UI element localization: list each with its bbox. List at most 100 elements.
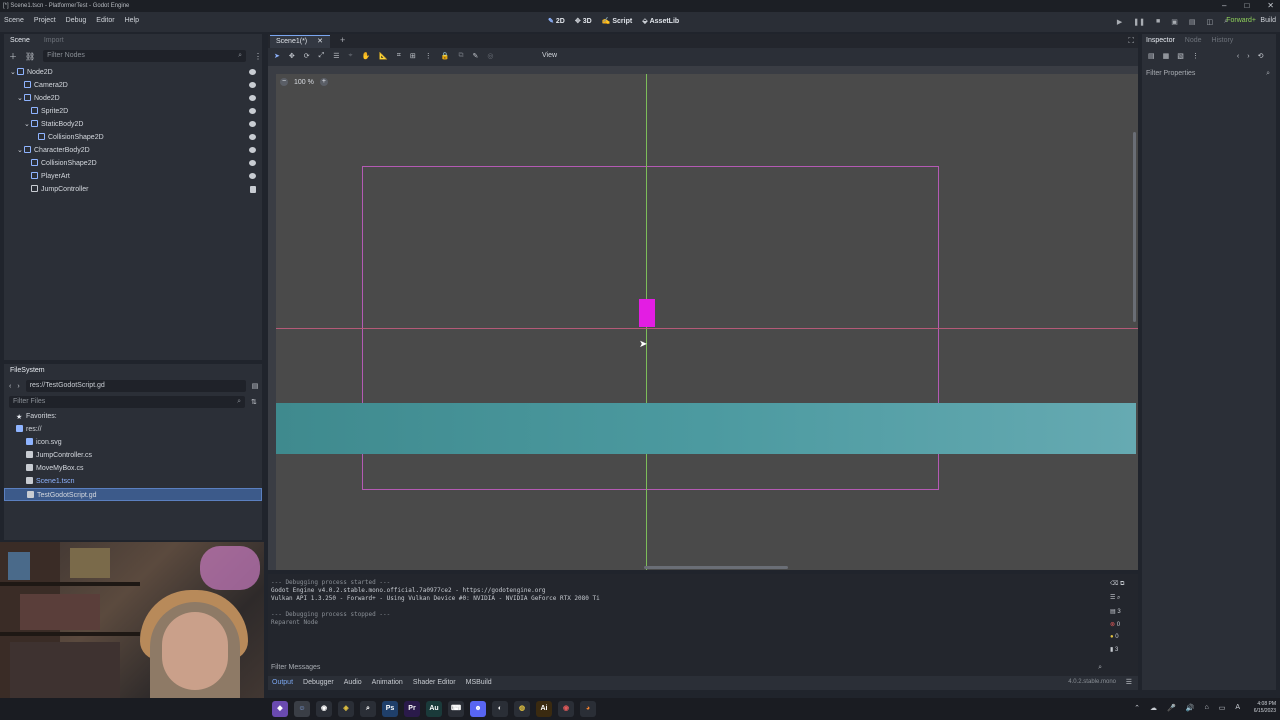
group-icon[interactable]: ⧉ <box>458 52 463 60</box>
expand-arrow-icon[interactable]: ⌄ <box>10 66 16 79</box>
canvas-viewport[interactable]: − 100 % + ➤ <box>268 66 1138 570</box>
visibility-eye-icon[interactable] <box>249 82 256 88</box>
select-tool-icon[interactable]: ➤ <box>274 52 280 60</box>
battery-icon[interactable]: ▭ <box>1219 704 1226 712</box>
skeleton-icon[interactable]: ✎ <box>472 52 478 60</box>
filter-files-input[interactable]: Filter Files ⌕ <box>9 396 245 408</box>
visibility-eye-icon[interactable] <box>249 108 256 114</box>
grid-snap-icon[interactable]: ⊞ <box>410 52 416 60</box>
error-count[interactable]: ⊗ 0 <box>1110 621 1134 628</box>
platform-sprite[interactable] <box>276 403 1136 454</box>
visibility-eye-icon[interactable] <box>249 160 256 166</box>
workspace-script-button[interactable]: ✍ Script <box>602 17 633 25</box>
warning-count[interactable]: ● 0 <box>1110 634 1134 640</box>
scale-tool-icon[interactable]: ⤢ <box>319 52 325 60</box>
back-icon[interactable]: ‹ <box>1237 53 1239 60</box>
godot-icon[interactable]: ☺ <box>294 701 310 717</box>
onedrive-icon[interactable]: ☁ <box>1150 704 1157 712</box>
file-item[interactable]: ★ Favorites: <box>4 410 262 423</box>
link-icon[interactable]: ⛓ <box>25 52 35 61</box>
tab-output[interactable]: Output <box>272 679 293 686</box>
move-tool-icon[interactable]: ✥ <box>289 52 295 60</box>
smart-snap-icon[interactable]: ⌗ <box>397 52 401 60</box>
scene-node-playerart[interactable]: PlayerArt <box>4 170 262 183</box>
forward-icon[interactable]: › <box>17 383 19 390</box>
zoom-out-button[interactable]: − <box>280 78 288 86</box>
renderer-select[interactable]: Forward+ <box>1226 17 1256 24</box>
workspace-assetlib-button[interactable]: ⬙ AssetLib <box>642 17 679 25</box>
scene-node-jumpcontroller[interactable]: JumpController <box>4 183 262 196</box>
play-scene-icon[interactable]: ▣ <box>1171 18 1178 26</box>
tab-msbuild[interactable]: MSBuild <box>466 679 492 686</box>
maximize-button[interactable]: □ <box>1244 0 1249 12</box>
audition-icon[interactable]: Au <box>426 701 442 717</box>
pan-tool-icon[interactable]: ✋ <box>361 52 370 60</box>
forward-icon[interactable]: › <box>1247 53 1249 60</box>
menu-editor[interactable]: Editor <box>96 17 114 24</box>
filter-messages-input[interactable]: Filter Messages ⌕ <box>268 662 1106 674</box>
visibility-eye-icon[interactable] <box>249 95 256 101</box>
network-icon[interactable]: ⌂ <box>1204 704 1208 712</box>
history-icon[interactable]: ⟲ <box>1258 52 1264 60</box>
clock[interactable]: 4:08 PM 6/15/2023 <box>1254 701 1276 715</box>
file-item[interactable]: Scene1.tscn <box>4 475 262 488</box>
scene-node-collisionshape2d[interactable]: CollisionShape2D <box>4 157 262 170</box>
tab-animation[interactable]: Animation <box>372 679 403 686</box>
menu-scene[interactable]: Scene <box>4 17 24 24</box>
tab-debugger[interactable]: Debugger <box>303 679 334 686</box>
visibility-eye-icon[interactable] <box>249 173 256 179</box>
photoshop-icon[interactable]: Ps <box>382 701 398 717</box>
play-icon[interactable]: ▶ <box>1117 18 1122 26</box>
panel-toggle-icon[interactable]: ☰ <box>1126 678 1132 686</box>
pivot-tool-icon[interactable]: ⌖ <box>349 52 353 60</box>
mic-icon[interactable]: 🎤 <box>1167 704 1176 712</box>
file-item[interactable]: JumpController.cs <box>4 449 262 462</box>
lock-icon[interactable]: 🔒 <box>441 52 450 60</box>
chevron-up-icon[interactable]: ⌃ <box>1134 704 1140 712</box>
scene-node-camera2d[interactable]: Camera2D <box>4 79 262 92</box>
script-icon[interactable] <box>250 186 256 193</box>
list-select-icon[interactable]: ☰ <box>333 52 339 60</box>
unity-icon[interactable]: ◈ <box>338 701 354 717</box>
scene-node-staticbody2d[interactable]: ⌄ StaticBody2D <box>4 118 262 131</box>
minimize-button[interactable]: – <box>1222 0 1226 12</box>
path-field[interactable]: res://TestGodotScript.gd <box>25 380 246 392</box>
add-scene-tab-icon[interactable]: + <box>340 35 345 45</box>
new-resource-icon[interactable]: ▤ <box>1148 52 1155 60</box>
file-item[interactable]: icon.svg <box>4 436 262 449</box>
file-item[interactable]: MoveMyBox.cs <box>4 462 262 475</box>
app-icon[interactable]: ◐ <box>492 701 508 717</box>
expand-arrow-icon[interactable]: ⌄ <box>24 118 30 131</box>
split-mode-icon[interactable]: ▤ <box>252 382 259 390</box>
menu-help[interactable]: Help <box>125 17 139 24</box>
scene-node-collisionshape2d[interactable]: CollisionShape2D <box>4 131 262 144</box>
scene-node-sprite2d[interactable]: Sprite2D <box>4 105 262 118</box>
tab-inspector[interactable]: Inspector <box>1146 34 1175 48</box>
file-item[interactable]: res:// <box>4 423 262 436</box>
tab-audio[interactable]: Audio <box>344 679 362 686</box>
tab-scene1[interactable]: Scene1(*) ✕ <box>270 35 330 48</box>
distraction-free-icon[interactable]: ⛶ <box>1128 36 1134 46</box>
chrome-icon[interactable]: ◍ <box>514 701 530 717</box>
movie-icon[interactable]: ◫ <box>1206 18 1213 26</box>
ruler-tool-icon[interactable]: 📐 <box>379 52 388 60</box>
vertical-scrollbar[interactable] <box>1133 132 1136 322</box>
discord-icon[interactable]: ☻ <box>470 701 486 717</box>
clear-output-icon[interactable]: ⌫ ⧉ <box>1110 580 1134 588</box>
sort-icon[interactable]: ⇅ <box>251 398 257 406</box>
tab-filesystem[interactable]: FileSystem <box>10 364 45 378</box>
close-icon[interactable]: ✕ <box>317 38 323 45</box>
language-icon[interactable]: A <box>1235 704 1240 712</box>
volume-icon[interactable]: 🔊 <box>1186 704 1195 712</box>
filter-nodes-input[interactable]: Filter Nodes ⌕ <box>43 50 246 62</box>
scene-node-node2d[interactable]: ⌄ Node2D <box>4 92 262 105</box>
tab-history[interactable]: History <box>1212 34 1234 48</box>
pause-icon[interactable]: ❚❚ <box>1133 18 1145 26</box>
rotate-tool-icon[interactable]: ⟳ <box>304 52 310 60</box>
message-count[interactable]: ▤ 3 <box>1110 608 1134 615</box>
play-custom-icon[interactable]: ▤ <box>1189 18 1196 26</box>
open-resource-icon[interactable]: ▦ <box>1163 52 1170 60</box>
expand-arrow-icon[interactable]: ⌄ <box>17 92 23 105</box>
camera-override-icon[interactable]: ◎ <box>487 52 493 60</box>
back-icon[interactable]: ‹ <box>9 383 11 390</box>
